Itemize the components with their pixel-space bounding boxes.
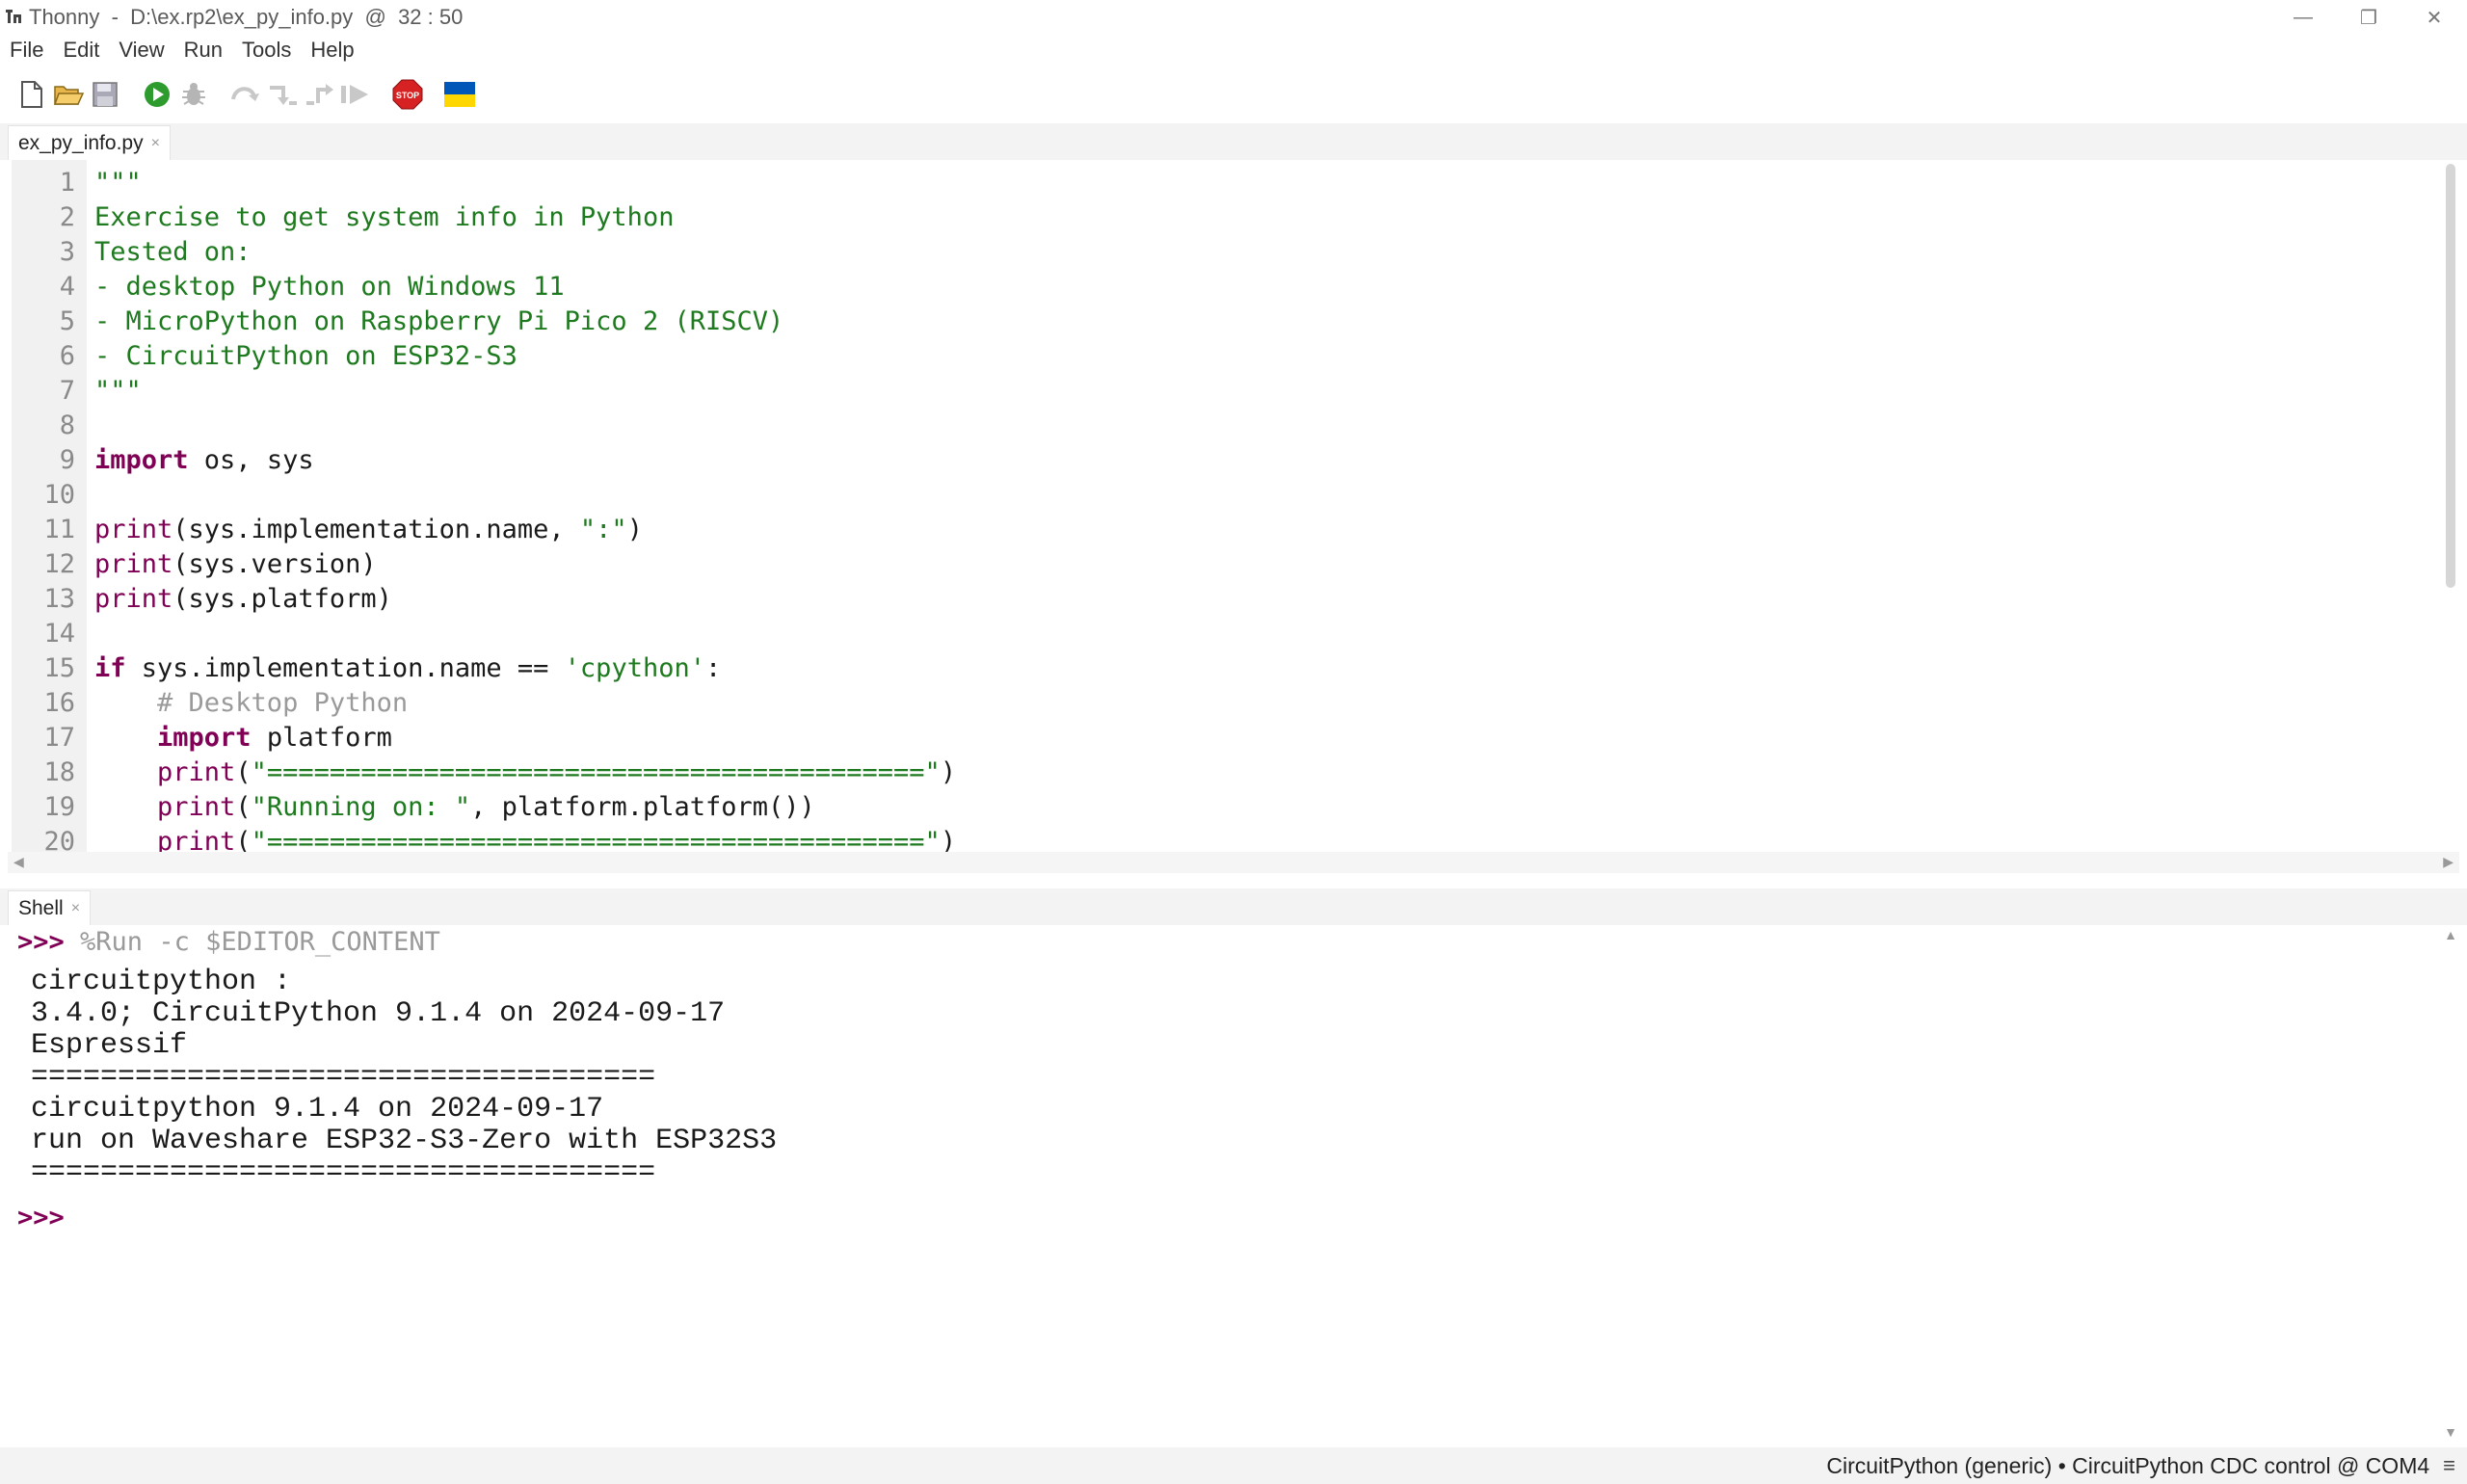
- step-out-icon[interactable]: [301, 75, 337, 114]
- code-line: - CircuitPython on ESP32-S3: [94, 341, 517, 371]
- close-button[interactable]: ✕: [2401, 0, 2467, 35]
- scroll-up-icon[interactable]: ▲: [2444, 927, 2457, 942]
- code-line: Exercise to get system info in Python: [94, 202, 675, 232]
- status-bar: CircuitPython (generic) • CircuitPython …: [0, 1447, 2467, 1484]
- step-into-icon[interactable]: [264, 75, 301, 114]
- stop-icon[interactable]: STOP: [389, 75, 426, 114]
- shell-prompt: >>>: [17, 927, 65, 957]
- code-line: print("=================================…: [157, 757, 957, 787]
- new-file-icon[interactable]: [13, 75, 50, 114]
- line-number: 15: [43, 653, 75, 683]
- shell-output-line: run on Waveshare ESP32-S3-Zero with ESP3…: [31, 1125, 778, 1157]
- shell-input-line[interactable]: >>>: [17, 1203, 65, 1232]
- shell-tab-strip: Shell ×: [0, 888, 2467, 925]
- line-number: 6: [59, 341, 75, 371]
- close-icon[interactable]: ×: [151, 135, 160, 152]
- window-controls: — ❐ ✕: [2270, 0, 2467, 35]
- line-number: 14: [43, 619, 75, 649]
- maximize-button[interactable]: ❐: [2336, 0, 2401, 35]
- scroll-down-icon[interactable]: ▼: [2444, 1424, 2457, 1440]
- editor-horizontal-scrollbar[interactable]: ◀ ▶: [8, 852, 2459, 873]
- menu-view[interactable]: View: [109, 38, 173, 63]
- line-number: 13: [43, 584, 75, 614]
- code-line: print(sys.platform): [94, 584, 392, 614]
- line-number: 2: [59, 202, 75, 232]
- line-number: 1: [59, 168, 75, 198]
- ukraine-flag-icon[interactable]: [441, 75, 478, 114]
- shell-output-line: ====================================: [31, 1061, 656, 1094]
- shell-output-line: 3.4.0; CircuitPython 9.1.4 on 2024-09-17: [31, 997, 726, 1030]
- debug-icon[interactable]: [175, 75, 212, 114]
- toolbar: STOP: [0, 69, 2467, 119]
- resume-icon[interactable]: [337, 75, 374, 114]
- line-number: 18: [43, 757, 75, 787]
- code-editor[interactable]: 1 2 3 4 5 6 7 8 9 10 11 12 13 14 15 16 1…: [12, 160, 2436, 852]
- menu-icon[interactable]: ≡: [2443, 1453, 2455, 1478]
- code-line: # Desktop Python: [94, 688, 409, 718]
- line-number: 3: [59, 237, 75, 267]
- code-line: print("=================================…: [157, 827, 957, 852]
- menu-bar: File Edit View Run Tools Help: [0, 35, 2467, 66]
- shell-output-line: ====================================: [31, 1156, 656, 1189]
- close-icon[interactable]: ×: [71, 900, 80, 917]
- window-title: Thonny - D:\ex.rp2\ex_py_info.py @ 32 : …: [29, 5, 464, 29]
- menu-help[interactable]: Help: [301, 38, 363, 63]
- step-over-icon[interactable]: [227, 75, 264, 114]
- code-line: import os, sys: [94, 445, 314, 475]
- line-number: 9: [59, 445, 75, 475]
- code-line: """: [94, 376, 142, 406]
- tab-ex-py-info[interactable]: ex_py_info.py ×: [8, 125, 171, 160]
- menu-tools[interactable]: Tools: [232, 38, 301, 63]
- line-number: 10: [43, 480, 75, 510]
- line-number: 8: [59, 411, 75, 440]
- line-number: 4: [59, 272, 75, 302]
- run-icon[interactable]: [139, 75, 175, 114]
- menu-edit[interactable]: Edit: [53, 38, 109, 63]
- editor-vertical-scrollbar[interactable]: [2446, 164, 2455, 588]
- line-number: 16: [43, 688, 75, 718]
- code-line: if sys.implementation.name == 'cpython':: [94, 653, 722, 683]
- code-line: print(sys.implementation.name, ":"): [94, 515, 643, 544]
- tab-label: Shell: [18, 896, 64, 919]
- thonny-app-icon: [4, 7, 23, 28]
- scroll-right-icon[interactable]: ▶: [2443, 854, 2454, 870]
- shell-output-line: circuitpython 9.1.4 on 2024-09-17: [31, 1093, 604, 1126]
- scroll-left-icon[interactable]: ◀: [13, 854, 24, 870]
- menu-file[interactable]: File: [0, 38, 53, 63]
- interpreter-status[interactable]: CircuitPython (generic) • CircuitPython …: [1826, 1453, 2429, 1479]
- shell-command: %Run -c $EDITOR_CONTENT: [64, 927, 440, 957]
- menu-run[interactable]: Run: [174, 38, 232, 63]
- line-number: 20: [43, 827, 75, 852]
- line-number: 7: [59, 376, 75, 406]
- code-line: - desktop Python on Windows 11: [94, 272, 565, 302]
- shell-command-line: >>> %Run -c $EDITOR_CONTENT: [17, 927, 440, 957]
- shell-prompt: >>>: [17, 1203, 65, 1232]
- line-number: 19: [43, 792, 75, 822]
- code-line: print("Running on: ", platform.platform(…: [157, 792, 815, 822]
- open-folder-icon[interactable]: [50, 75, 87, 114]
- line-number-gutter: 1 2 3 4 5 6 7 8 9 10 11 12 13 14 15 16 1…: [12, 160, 87, 852]
- shell-output-line: Espressif: [31, 1029, 188, 1062]
- line-number: 5: [59, 306, 75, 336]
- line-number: 11: [43, 515, 75, 544]
- shell-output-line: circuitpython :: [31, 966, 292, 998]
- line-number: 17: [43, 723, 75, 753]
- code-line: import platform: [157, 723, 392, 753]
- svg-text:STOP: STOP: [396, 91, 419, 100]
- tab-shell[interactable]: Shell ×: [8, 890, 92, 925]
- title-bar: Thonny - D:\ex.rp2\ex_py_info.py @ 32 : …: [0, 0, 2467, 35]
- line-number: 12: [43, 549, 75, 579]
- code-line: """: [94, 168, 142, 198]
- code-line: Tested on:: [94, 237, 252, 267]
- editor-tab-strip: ex_py_info.py ×: [0, 123, 2467, 160]
- shell-console[interactable]: >>> %Run -c $EDITOR_CONTENT circuitpytho…: [12, 925, 2436, 1445]
- code-line: print(sys.version): [94, 549, 377, 579]
- tab-label: ex_py_info.py: [18, 131, 144, 154]
- minimize-button[interactable]: —: [2270, 0, 2336, 35]
- code-line: - MicroPython on Raspberry Pi Pico 2 (RI…: [94, 306, 784, 336]
- save-icon[interactable]: [87, 75, 123, 114]
